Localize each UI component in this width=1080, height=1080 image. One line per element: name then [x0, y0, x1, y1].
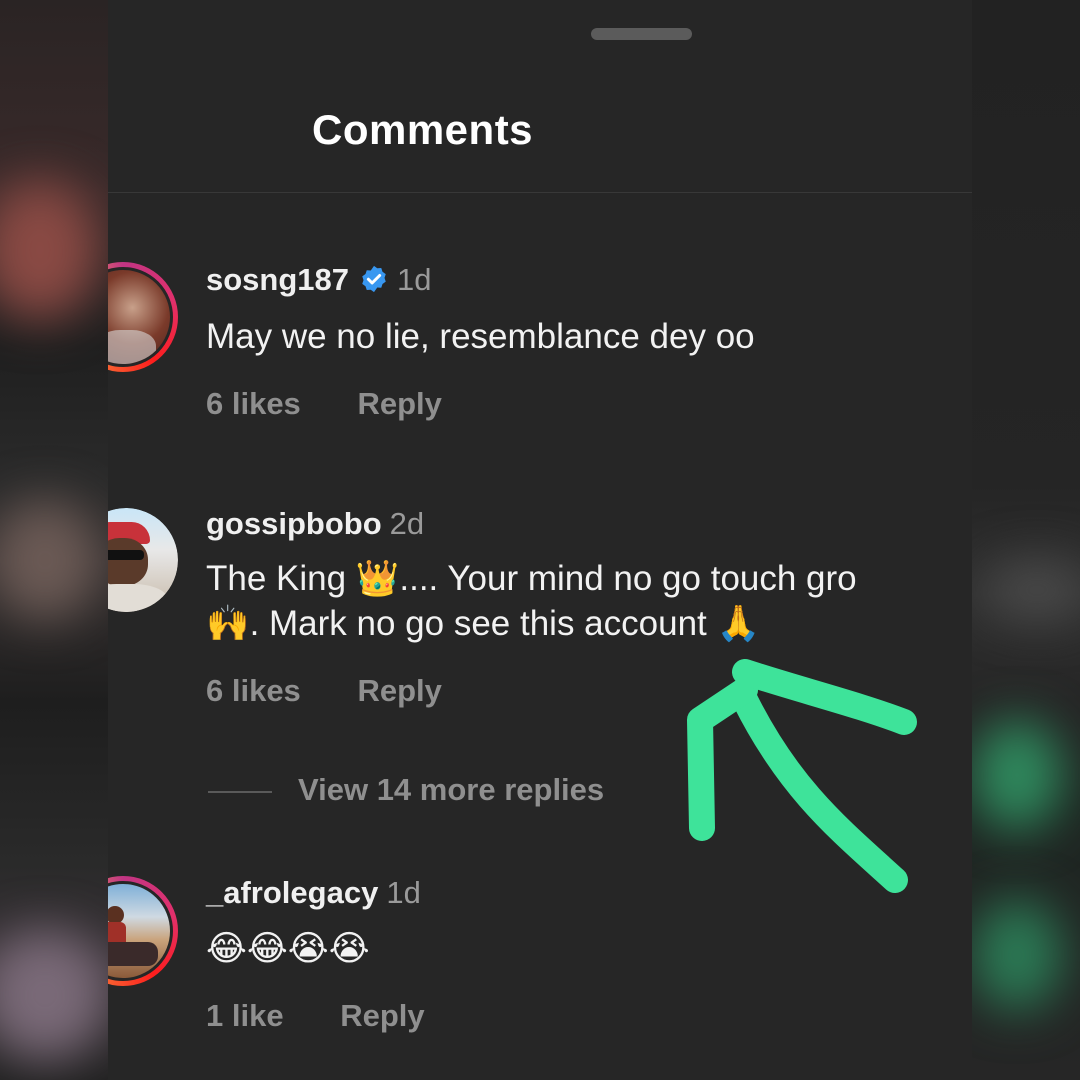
- reply-button[interactable]: Reply: [357, 386, 441, 422]
- comments-sheet: Comments sosng187 1d May we no lie, resem…: [108, 0, 972, 1080]
- blurred-background-right: [972, 0, 1080, 1080]
- comment-text-line-1: The King 👑.... Your mind no go touch gro: [206, 559, 857, 598]
- likes-count[interactable]: 6 likes: [206, 386, 301, 422]
- avatar[interactable]: [108, 508, 178, 612]
- verified-badge-icon: [362, 265, 386, 293]
- reply-button[interactable]: Reply: [340, 998, 424, 1034]
- drag-handle[interactable]: [591, 28, 692, 40]
- username[interactable]: sosng187: [206, 262, 349, 297]
- likes-count[interactable]: 1 like: [206, 998, 284, 1034]
- page-title: Comments: [312, 106, 534, 153]
- comment-header: sosng187 1d: [206, 262, 432, 298]
- view-more-replies-button[interactable]: View 14 more replies: [208, 772, 604, 808]
- username[interactable]: _afrolegacy: [206, 875, 378, 910]
- likes-count[interactable]: 6 likes: [206, 673, 301, 709]
- comment-text-line-2: 🙌. Mark no go see this account 🙏: [206, 604, 761, 643]
- comment-time: 1d: [386, 875, 421, 910]
- avatar[interactable]: [108, 876, 178, 986]
- comment-text: May we no lie, resemblance dey oo: [206, 317, 755, 356]
- comment-header: gossipbobo 2d: [206, 506, 424, 542]
- reply-button[interactable]: Reply: [357, 673, 441, 709]
- comment-time: 2d: [389, 506, 425, 541]
- comment-actions: 1 like Reply: [206, 998, 425, 1034]
- replies-divider-line: [208, 790, 272, 793]
- blurred-background-left: [0, 0, 108, 1080]
- header-divider: [108, 192, 972, 193]
- comment-actions: 6 likes Reply: [206, 386, 442, 422]
- username[interactable]: gossipbobo: [206, 506, 382, 541]
- comment-header: _afrolegacy 1d: [206, 875, 421, 911]
- comment-time: 1d: [397, 262, 432, 297]
- comment-actions: 6 likes Reply: [206, 673, 442, 709]
- view-replies-label: View 14 more replies: [298, 772, 605, 807]
- comment-text: 😂😂😭😭: [206, 929, 370, 968]
- avatar[interactable]: [108, 262, 178, 372]
